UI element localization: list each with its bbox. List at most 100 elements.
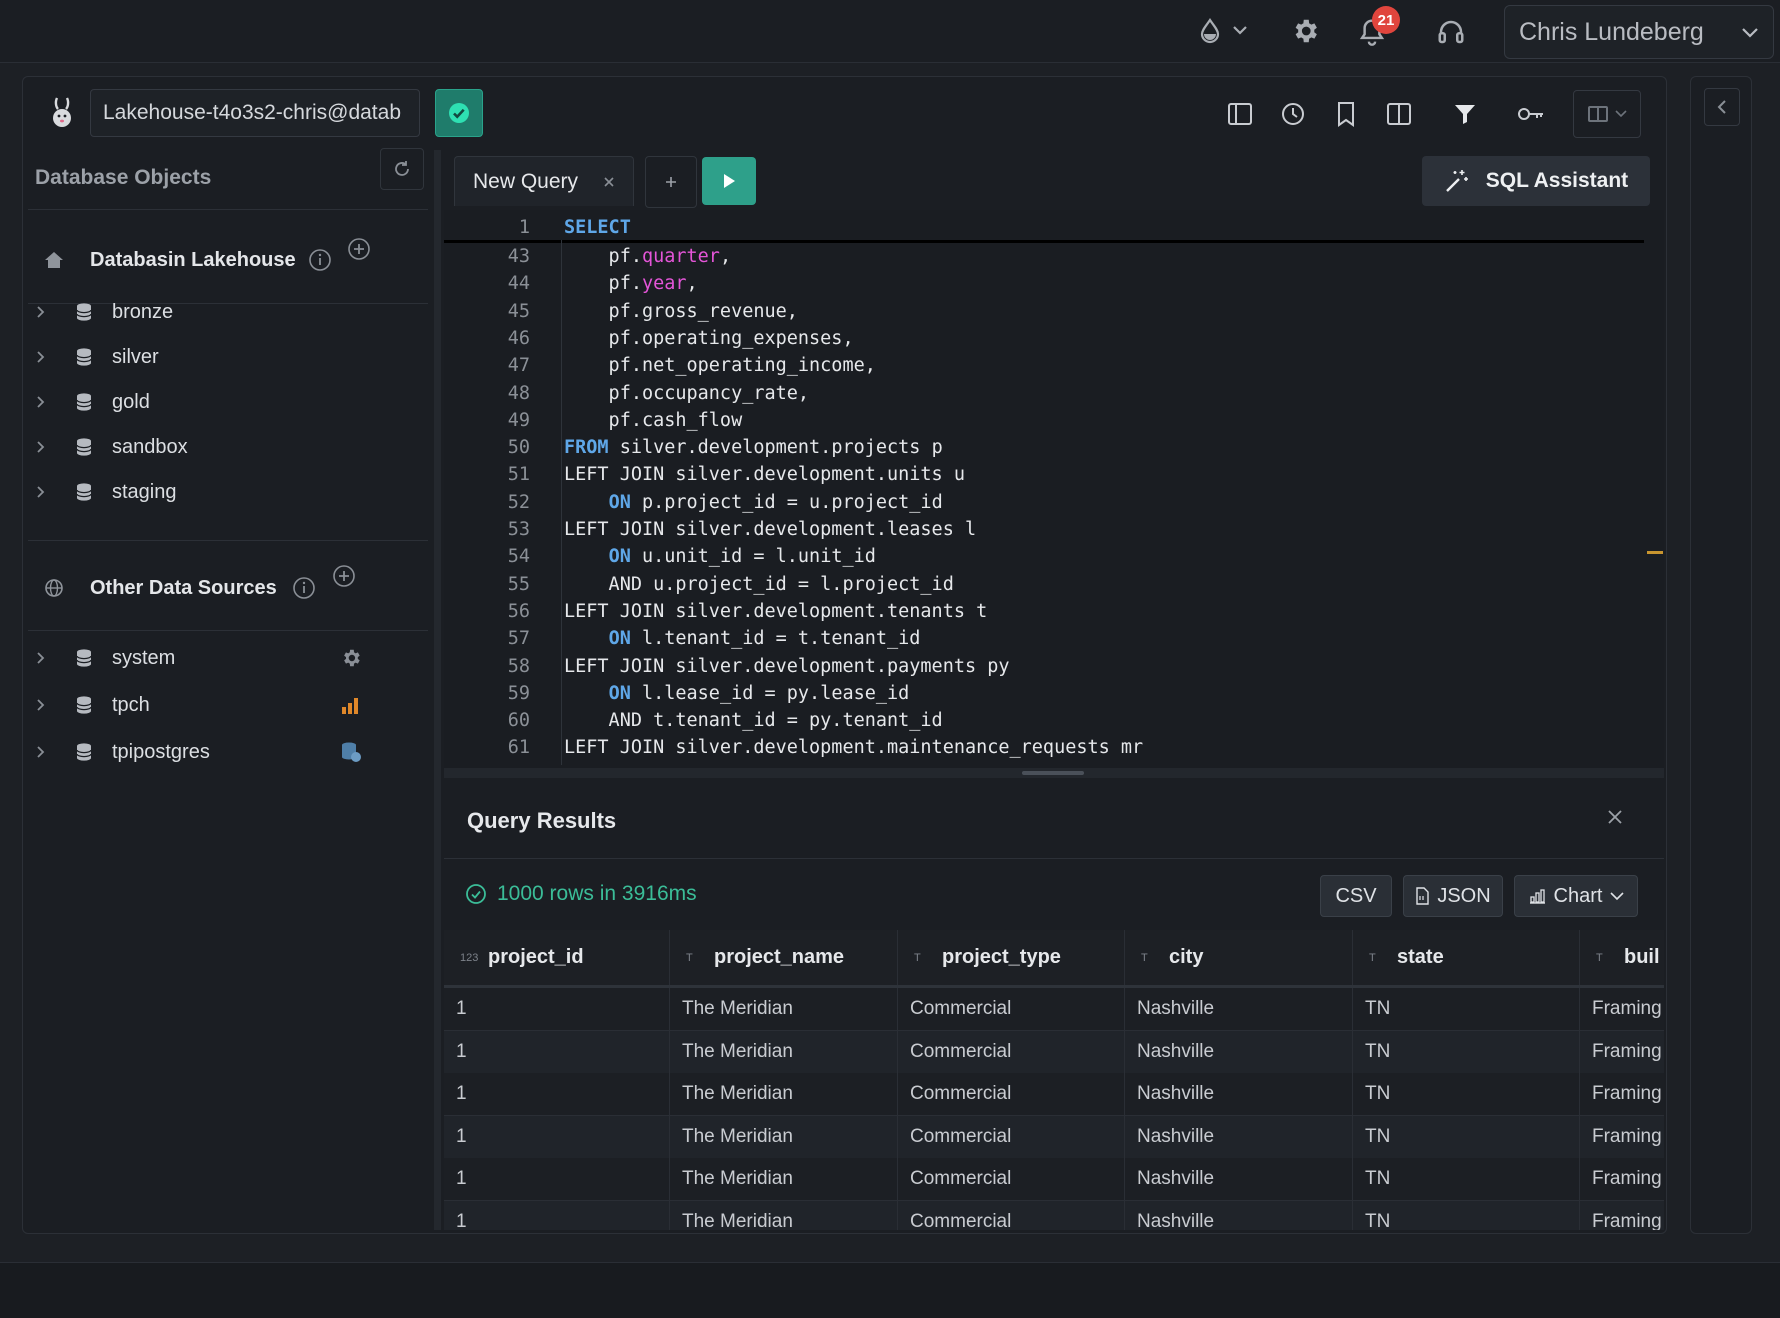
support-headset-icon[interactable] <box>1436 17 1466 47</box>
code-text: ON l.lease_id = py.lease_id <box>564 680 910 707</box>
line-number: 46 <box>507 327 530 349</box>
sidebar-resize-handle[interactable] <box>434 150 441 1230</box>
tab-new-query[interactable]: New Query <box>454 156 634 206</box>
column-header-project_id[interactable]: 123 project_id <box>444 930 670 985</box>
code-text: pf.operating_expenses, <box>564 325 854 352</box>
info-icon[interactable] <box>308 248 332 272</box>
info-icon[interactable] <box>292 576 316 600</box>
connection-input[interactable]: Lakehouse-t4o3s2-chris@datab <box>90 89 420 137</box>
chevron-right-icon[interactable] <box>36 395 56 409</box>
notification-count-badge: 21 <box>1372 6 1400 34</box>
code-text: LEFT JOIN silver.development.maintenance… <box>564 734 1143 761</box>
column-name: project_name <box>714 946 845 968</box>
database-icon <box>74 742 112 762</box>
resize-grip[interactable] <box>1022 771 1084 775</box>
code-line: 50 FROM silver.development.projects p <box>444 434 1644 461</box>
table-cell: Nashville <box>1125 1158 1353 1200</box>
tree-item-gold[interactable]: gold <box>36 382 416 422</box>
code-line: 46 pf.operating_expenses, <box>444 325 1644 352</box>
table-row[interactable]: 1 The Meridian Commercial Nashville TN Framin… <box>444 1030 1664 1074</box>
layout-menu-button[interactable] <box>1573 90 1641 138</box>
refresh-icon <box>393 160 411 178</box>
lakehouse-group-header[interactable]: Databasin Lakehouse <box>44 240 296 280</box>
refresh-button[interactable] <box>380 148 424 190</box>
column-type-icon: T <box>1369 951 1376 964</box>
table-row[interactable]: 1 The Meridian Commercial Nashville TN Framin… <box>444 988 1664 1031</box>
toggle-sidebar-icon[interactable] <box>1224 98 1256 130</box>
chevron-right-icon[interactable] <box>36 350 56 364</box>
close-icon[interactable] <box>603 176 615 188</box>
table-row[interactable]: 1 The Meridian Commercial Nashville TN Framin… <box>444 1073 1664 1116</box>
results-header <box>444 778 1664 859</box>
sql-keyword: ON <box>608 628 631 650</box>
code-segment: l.tenant_id = t.tenant_id <box>630 628 921 650</box>
status-bar <box>0 1262 1780 1318</box>
filter-icon[interactable] <box>1449 98 1481 130</box>
sql-keyword: FROM <box>564 437 609 459</box>
results-grid[interactable]: 123 project_id Tproject_name Tproject_type T… <box>444 930 1664 1230</box>
export-csv-button[interactable]: CSV <box>1320 875 1392 917</box>
column-name: project_type <box>942 946 1061 968</box>
table-row[interactable]: 1 The Meridian Commercial Nashville TN Framin… <box>444 1158 1664 1201</box>
column-type-icon: T <box>686 951 693 964</box>
settings-gear-icon[interactable] <box>1290 16 1320 46</box>
history-clock-icon[interactable] <box>1277 98 1309 130</box>
table-cell: 1 <box>444 988 670 1030</box>
column-header-project_type[interactable]: Tproject_type <box>898 930 1125 985</box>
tree-item-tpch[interactable]: tpch <box>36 685 416 725</box>
sql-editor[interactable]: 1 SELECT 43 pf.quarter, 44 pf.year, 45 pf.gr… <box>444 210 1664 770</box>
code-segment: , <box>719 246 732 267</box>
table-row[interactable]: 1 The Meridian Commercial Nashville TN Framin… <box>444 1200 1664 1230</box>
code-text: LEFT JOIN silver.development.units u <box>564 461 965 488</box>
sql-keyword: ON <box>608 546 631 568</box>
chevron-right-icon[interactable] <box>36 651 56 665</box>
column-header-state[interactable]: Tstate <box>1353 930 1580 985</box>
collapse-rail-button[interactable] <box>1704 88 1740 126</box>
table-cell: Nashville <box>1125 988 1353 1030</box>
tree-item-system[interactable]: system <box>36 638 416 678</box>
table-row[interactable]: 1 The Meridian Commercial Nashville TN Framin… <box>444 1115 1664 1159</box>
close-results-icon[interactable] <box>1606 808 1624 826</box>
chevron-right-icon[interactable] <box>36 698 56 712</box>
chevron-right-icon[interactable] <box>36 305 56 319</box>
column-header-buil[interactable]: Tbuil <box>1580 930 1664 985</box>
theme-drop-icon[interactable] <box>1198 16 1248 46</box>
add-circle-icon[interactable] <box>347 237 371 261</box>
column-header-city[interactable]: Tcity <box>1125 930 1353 985</box>
table-cell: The Meridian <box>670 1115 898 1158</box>
line-number: 55 <box>507 573 530 595</box>
code-line: 57 ON l.tenant_id = t.tenant_id <box>444 625 1644 652</box>
sql-identifier: quarter <box>641 246 720 267</box>
add-tab-button[interactable] <box>645 156 697 208</box>
tree-item-sandbox[interactable]: sandbox <box>36 427 416 467</box>
key-icon[interactable] <box>1515 98 1547 130</box>
code-line: 52 ON p.project_id = u.project_id <box>444 489 1644 516</box>
tree-item-staging[interactable]: staging <box>36 472 416 512</box>
chevron-right-icon[interactable] <box>36 485 56 499</box>
other-sources-group-header[interactable]: Other Data Sources <box>44 568 277 608</box>
code-segment: pf.gross_revenue, <box>564 300 798 322</box>
add-circle-icon[interactable] <box>332 564 356 588</box>
column-header-project_name[interactable]: Tproject_name <box>670 930 898 985</box>
tree-item-bronze[interactable]: bronze <box>36 292 416 332</box>
user-menu-button[interactable]: Chris Lundeberg <box>1504 5 1774 59</box>
sql-assistant-button[interactable]: SQL Assistant <box>1422 156 1650 206</box>
chevron-right-icon[interactable] <box>36 745 56 759</box>
line-number: 49 <box>507 409 530 431</box>
connection-status-button[interactable] <box>435 89 483 137</box>
code-line: 48 pf.occupancy_rate, <box>444 380 1644 407</box>
column-name: project_id <box>488 946 584 968</box>
chevron-right-icon[interactable] <box>36 440 56 454</box>
split-view-icon[interactable] <box>1383 98 1415 130</box>
tree-item-label: tpch <box>112 693 150 716</box>
tree-item-tpipostgres[interactable]: tpipostgres <box>36 732 416 772</box>
bookmark-icon[interactable] <box>1330 98 1362 130</box>
chart-menu-button[interactable]: Chart <box>1514 875 1638 917</box>
run-query-button[interactable] <box>702 157 756 205</box>
tree-item-silver[interactable]: silver <box>36 337 416 377</box>
code-text: FROM silver.development.projects p <box>564 434 943 461</box>
sidebar-title: Database Objects <box>35 166 212 189</box>
export-json-button[interactable]: JSON <box>1403 875 1503 917</box>
